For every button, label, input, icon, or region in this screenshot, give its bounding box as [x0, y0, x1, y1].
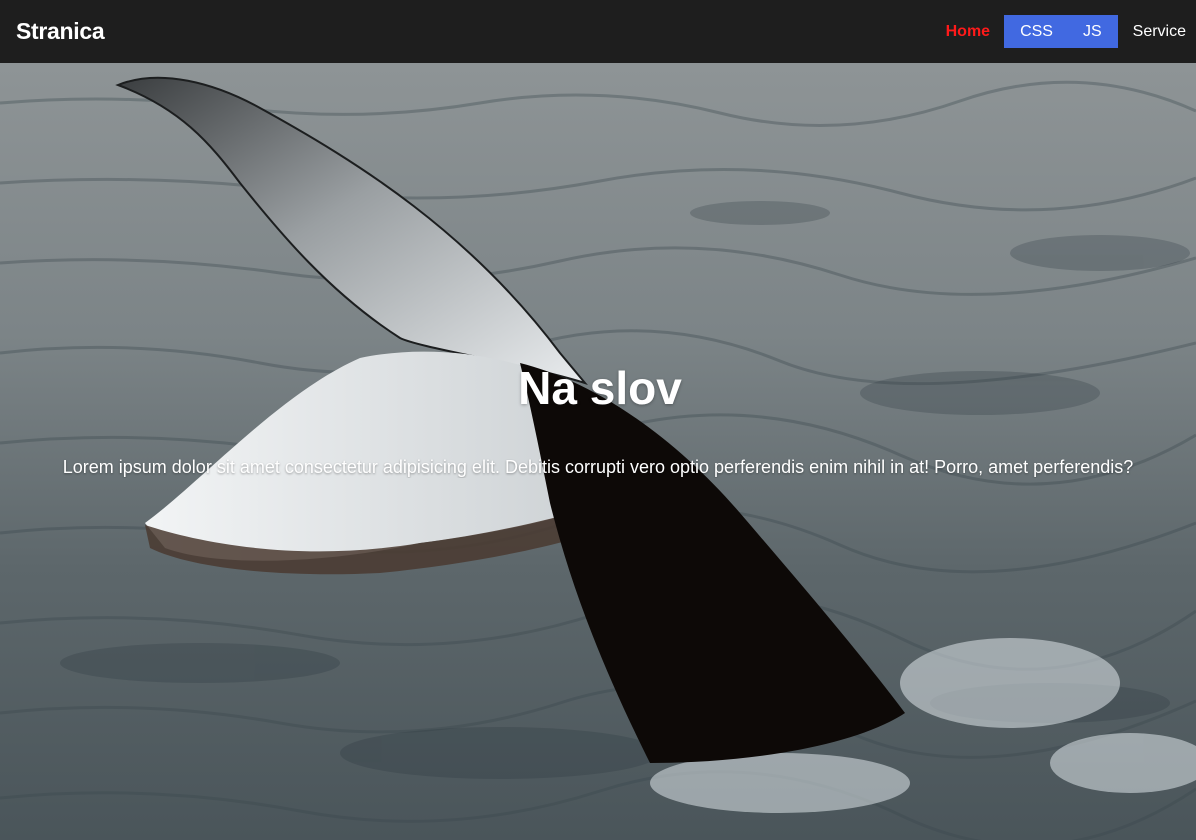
nav-link-home[interactable]: Home	[946, 15, 990, 48]
hero-content: Na slov Lorem ipsum dolor sit amet conse…	[0, 63, 1196, 840]
hero-section: Na slov Lorem ipsum dolor sit amet conse…	[0, 63, 1196, 840]
nav-link-js[interactable]: JS	[1083, 15, 1102, 48]
nav-links: Home CSS JS Service	[946, 0, 1196, 63]
hero-text: Lorem ipsum dolor sit amet consectetur a…	[62, 457, 1134, 477]
nav-link-css[interactable]: CSS	[1020, 15, 1053, 48]
nav-link-service[interactable]: Service	[1133, 15, 1186, 48]
nav-link-group: CSS JS	[1004, 15, 1118, 48]
brand-logo[interactable]: Stranica	[16, 18, 105, 45]
hero-title: Na slov	[518, 362, 682, 414]
navbar: Stranica Home CSS JS Service	[0, 0, 1196, 63]
